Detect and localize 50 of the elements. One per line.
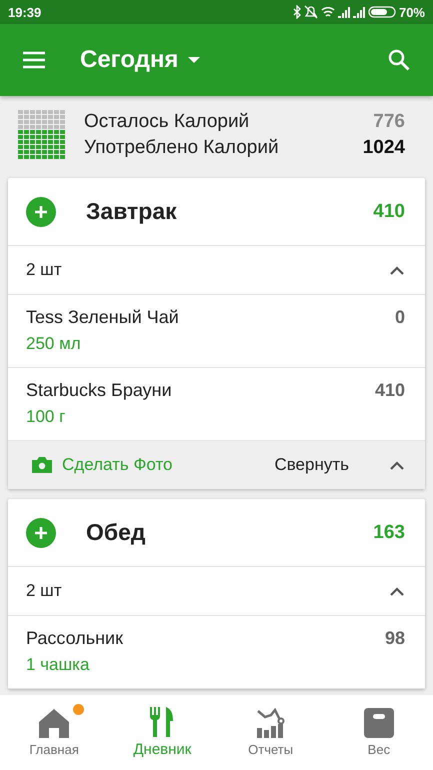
signal-icon xyxy=(338,6,350,18)
add-icon[interactable] xyxy=(26,196,56,226)
nav-tab[interactable]: Вес xyxy=(324,695,433,770)
wifi-icon xyxy=(320,6,335,18)
item-count: 2 шт xyxy=(26,581,62,601)
nav-tab[interactable]: Главная xyxy=(0,695,108,770)
food-calories: 410 xyxy=(374,380,405,401)
photo-button[interactable]: Сделать Фото xyxy=(32,455,264,475)
meal-title: Завтрак xyxy=(86,198,178,225)
muted-bell-icon xyxy=(304,5,318,19)
nav-tab[interactable]: Дневник xyxy=(108,695,216,770)
food-item[interactable]: Tess Зеленый Чай 250 мл 0 xyxy=(8,295,425,368)
chevron-icon[interactable] xyxy=(389,265,405,275)
meal-calories: 410 xyxy=(373,200,405,222)
summary-label: Осталось Калорий xyxy=(84,110,250,132)
food-amount: 1 чашка xyxy=(26,655,90,675)
meal-calories: 163 xyxy=(373,522,405,544)
nav-tab[interactable]: Отчеты xyxy=(216,695,325,770)
search-icon[interactable] xyxy=(387,48,411,72)
chevron-icon[interactable] xyxy=(389,586,405,596)
status-time: 19:39 xyxy=(8,4,42,20)
scale-icon xyxy=(364,708,394,738)
food-name: Starbucks Брауни xyxy=(26,380,172,401)
item-count: 2 шт xyxy=(26,260,62,280)
food-name: Рассольник xyxy=(26,628,123,649)
signal-icon xyxy=(352,6,365,18)
food-name: Tess Зеленый Чай xyxy=(26,307,179,328)
summary-label: Употреблено Калорий xyxy=(84,136,279,158)
food-item[interactable]: Рассольник 1 чашка 98 xyxy=(8,616,425,689)
dropdown-icon xyxy=(188,56,200,64)
collapse-button[interactable]: Свернуть xyxy=(274,455,349,475)
summary-value: 1024 xyxy=(362,136,405,158)
food-amount: 250 мл xyxy=(26,334,82,354)
bluetooth-icon xyxy=(292,5,301,19)
food-amount: 100 г xyxy=(26,407,66,427)
date-dropdown[interactable]: Сегодня xyxy=(80,46,200,74)
house-icon xyxy=(38,708,70,738)
collapse-chevron-icon[interactable] xyxy=(389,460,405,470)
battery-icon xyxy=(368,6,396,18)
menu-icon[interactable] xyxy=(22,51,46,69)
summary-value: 776 xyxy=(373,110,405,132)
add-icon[interactable] xyxy=(26,518,56,548)
food-calories: 98 xyxy=(384,628,405,649)
chart-icon xyxy=(256,708,286,738)
calorie-grid-icon xyxy=(18,110,66,160)
battery-percent: 70% xyxy=(398,4,425,20)
fork-knife-icon xyxy=(149,707,176,737)
camera-icon xyxy=(32,457,52,473)
meal-title: Обед xyxy=(86,519,146,546)
food-calories: 0 xyxy=(394,307,405,328)
